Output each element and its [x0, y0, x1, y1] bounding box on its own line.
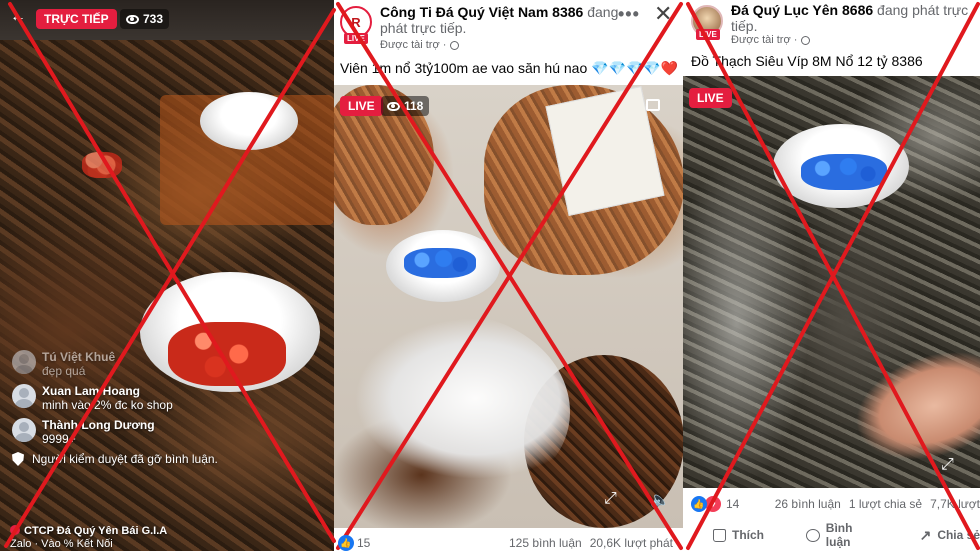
comment-item: Tú Việt Khuê đẹp quá — [12, 350, 262, 378]
share-icon: ↗ — [919, 526, 932, 543]
viewer-count: 733 — [120, 9, 170, 29]
small-bowl — [200, 92, 298, 150]
pip-icon[interactable] — [646, 99, 660, 111]
post-stats: 👍 15 125 bình luận 20,6K lượt phát — [334, 533, 683, 551]
eye-icon — [387, 101, 400, 111]
like-reaction-icon: 👍 — [691, 496, 707, 512]
sponsored-post-1: R LIVE Công Ti Đá Quý Việt Nam 8386 đang… — [334, 0, 683, 551]
live-indicator: TRỰC TIẾP — [36, 9, 117, 29]
heart-reaction-icon: ♥ — [705, 496, 721, 512]
avatar — [12, 418, 36, 442]
live-stream-panel: ← TRỰC TIẾP 733 Tú Việt Khuê đẹp quá Xuan… — [0, 0, 334, 551]
globe-icon — [450, 40, 460, 50]
post-actions: Thích Bình luận ↗ Chia sẻ — [683, 521, 980, 549]
like-reaction-icon: 👍 — [338, 535, 354, 551]
avatar — [12, 384, 36, 408]
close-icon[interactable]: ✕ — [654, 1, 672, 27]
comment-icon — [806, 528, 820, 542]
post-video[interactable]: LIVE 118 ⤢ 🔈 — [334, 85, 683, 528]
live-badge: LIVE — [344, 33, 368, 44]
avatar — [12, 350, 36, 374]
page-name[interactable]: Công Ti Đá Quý Việt Nam 8386 đang phát t… — [380, 4, 620, 36]
avatar — [10, 525, 20, 535]
live-comments: Tú Việt Khuê đẹp quá Xuan Lam Hoang minh v… — [12, 350, 262, 466]
expand-icon[interactable]: ⤢ — [941, 456, 954, 474]
viewer-count: 118 — [381, 96, 430, 116]
live-indicator: LIVE — [340, 96, 383, 116]
post-caption: Viên 1m nổ 3tỷ100m ae vao săn hú nao 💎💎💎… — [340, 60, 679, 76]
comment-button[interactable]: Bình luận — [806, 521, 880, 549]
post-caption: Đồ Thạch Siêu Víp 8M Nổ 12 tỷ 8386 — [691, 53, 923, 69]
like-button[interactable]: Thích — [713, 528, 764, 542]
sponsored-label: Được tài trợ · — [380, 39, 460, 51]
expand-icon[interactable]: ⤢ — [604, 490, 617, 508]
live-video[interactable] — [0, 0, 334, 551]
moderation-notice: Người kiểm duyệt đã gỡ bình luận. — [12, 452, 262, 466]
live-indicator: LIVE — [689, 88, 732, 108]
eye-icon — [126, 14, 139, 24]
post-header: LIVE Đá Quý Lục Yên 8686 đang phát trực … — [683, 0, 980, 56]
shield-icon — [12, 452, 24, 466]
gloved-hand — [334, 313, 570, 503]
post-video[interactable]: LIVE ⤢ — [683, 76, 980, 488]
globe-icon — [801, 35, 811, 45]
page-name[interactable]: Đá Quý Lục Yên 8686 đang phát trực tiếp. — [731, 2, 971, 34]
more-icon[interactable]: ••• — [618, 4, 640, 25]
comment-item: Thành Long Dương 9999+ — [12, 418, 262, 446]
live-badge: LIVE — [696, 29, 720, 40]
share-button[interactable]: ↗ Chia sẻ — [920, 527, 980, 544]
post-stats: 👍 ♥ 14 26 bình luận 1 lượt chia sẻ 7,7K … — [683, 494, 980, 514]
like-icon — [713, 528, 726, 542]
blue-gems — [404, 248, 476, 278]
volume-icon[interactable]: 🔈 — [650, 490, 670, 510]
comment-item: Xuan Lam Hoang minh vào 2% đc ko shop — [12, 384, 262, 412]
post-header: R LIVE Công Ti Đá Quý Việt Nam 8386 đang… — [334, 0, 683, 56]
sponsored-post-2: LIVE Đá Quý Lục Yên 8686 đang phát trực … — [683, 0, 980, 551]
sponsored-label: Được tài trợ · — [731, 34, 811, 46]
back-arrow-icon[interactable]: ← — [10, 8, 26, 26]
stream-footer: CTCP Đá Quý Yên Bái G.I.A Zalo · Vào % K… — [10, 525, 168, 550]
blue-gems — [801, 154, 887, 190]
